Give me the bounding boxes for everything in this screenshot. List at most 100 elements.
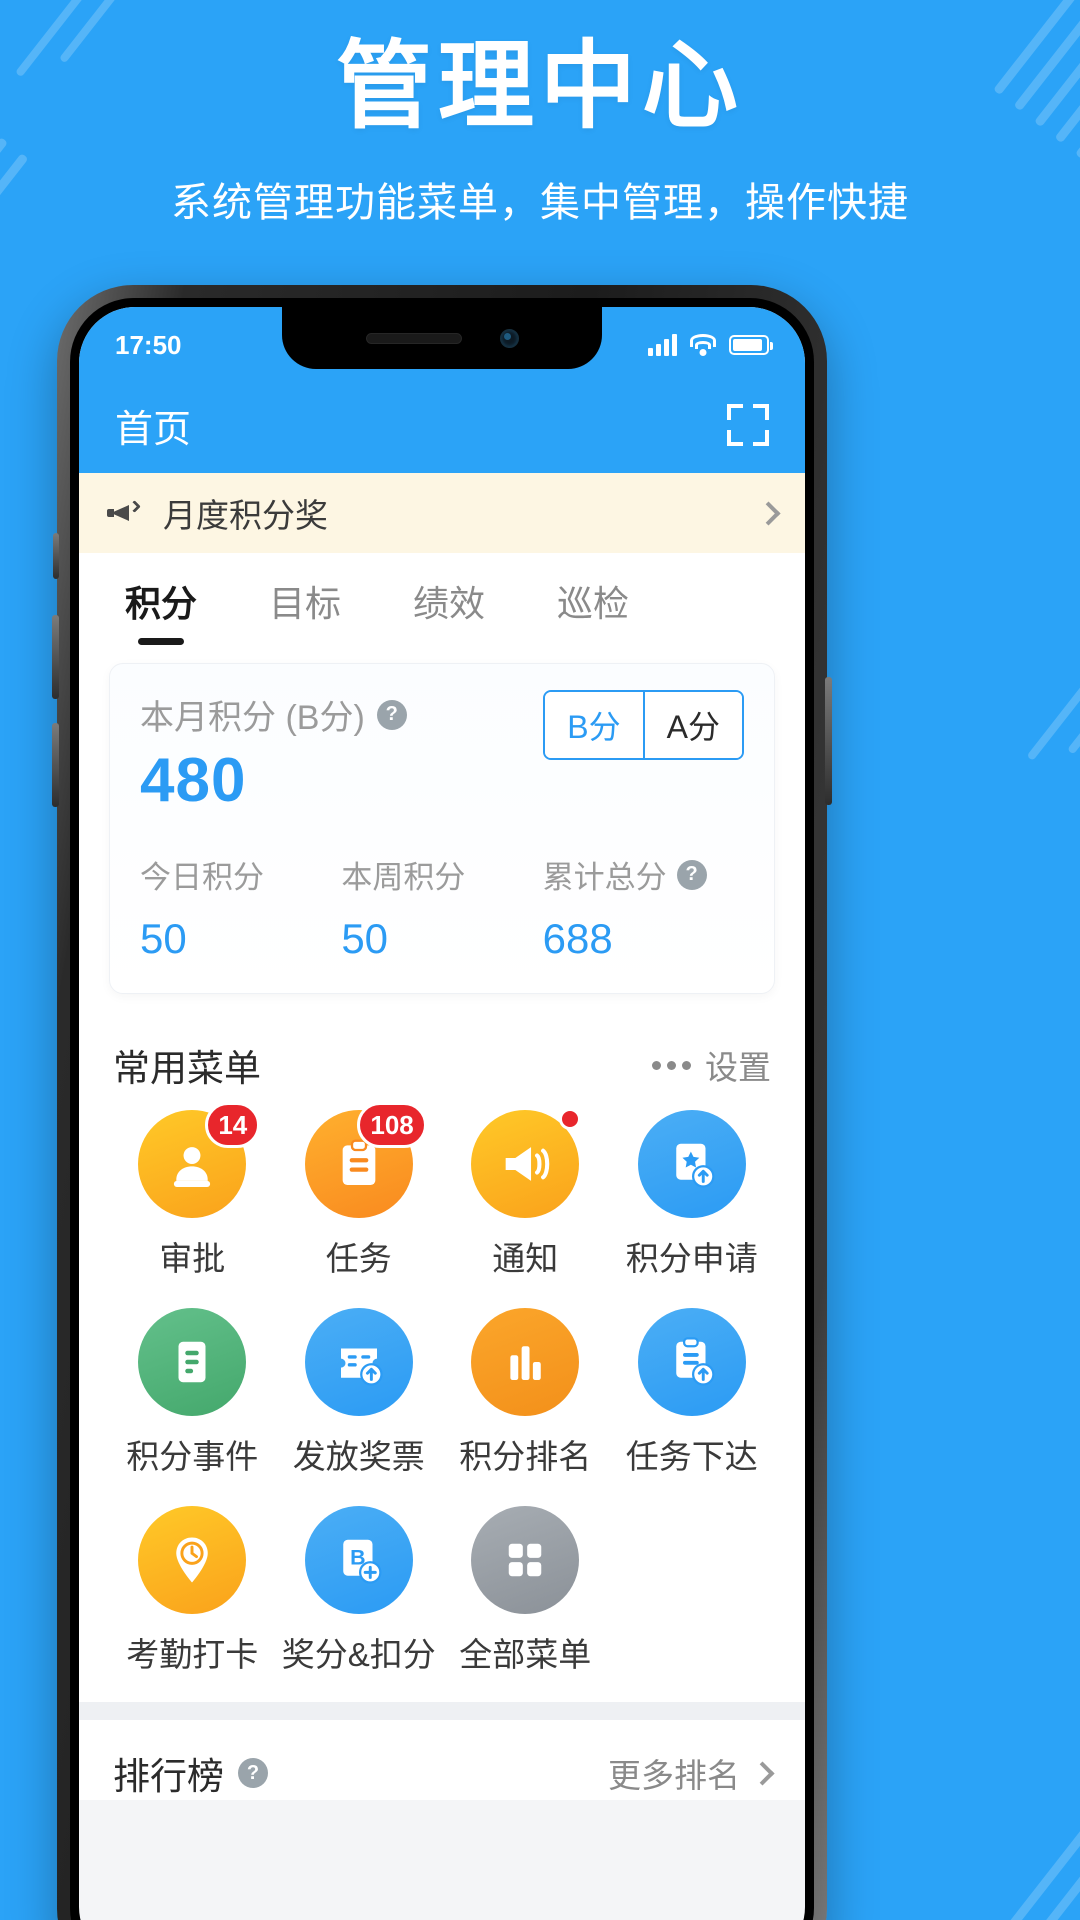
app-header-title: 首页 [115, 408, 192, 451]
phone-screen: 17:50 首页 月度积分奖 积分 目标 绩效 巡检 本月积分 (B分) ? 4… [79, 307, 805, 1920]
menu-item-icon-wrapper [138, 1308, 247, 1416]
signal-bars-icon [648, 334, 677, 356]
notice-bar[interactable]: 月度积分奖 [79, 473, 805, 553]
menu-item-1[interactable]: 108 任务 [276, 1102, 443, 1280]
menu-item-icon-wrapper [471, 1308, 580, 1416]
menu-item-label: 任务 [325, 1240, 392, 1277]
b-score-plus-icon: B [304, 1506, 413, 1614]
grid-squares-icon [471, 1506, 580, 1614]
stat-total: 累计总分 ? 688 [543, 852, 744, 963]
stat-today-value: 50 [140, 915, 187, 962]
stat-total-label-row: 累计总分 ? [543, 852, 744, 897]
status-time: 17:50 [115, 329, 182, 360]
menu-settings-button[interactable]: 设置 [652, 1041, 771, 1089]
menu-item-4[interactable]: 积分事件 [109, 1308, 276, 1478]
stat-week: 本周积分 50 [341, 852, 542, 963]
menu-item-10[interactable]: 全部菜单 [442, 1506, 609, 1676]
ticket-upload-icon [304, 1308, 413, 1416]
common-menu-section: 常用菜单 设置 14 审批 108 任务 通知 积分申请积分事件 发放奖票 积分排名 任务下达考… [79, 1020, 805, 1702]
score-card-value: 480 [140, 746, 247, 815]
stat-today: 今日积分 50 [140, 852, 341, 963]
score-card-main: 本月积分 (B分) ? 480 [140, 690, 407, 816]
menu-item-icon-wrapper: B [304, 1506, 413, 1614]
tab-xunjian[interactable]: 巡检 [551, 567, 635, 649]
score-card-label-row: 本月积分 (B分) ? [140, 690, 407, 739]
section-divider [79, 1702, 805, 1720]
notification-badge: 14 [205, 1102, 261, 1148]
segment-b[interactable]: B分 [545, 692, 643, 758]
page-subtitle: 系统管理功能菜单，集中管理，操作快捷 [171, 181, 909, 226]
common-menu-title: 常用菜单 [113, 1048, 261, 1089]
menu-item-9[interactable]: B 奖分&扣分 [276, 1506, 443, 1676]
more-rank-label: 更多排名 [608, 1757, 740, 1794]
notification-dot [559, 1108, 582, 1130]
score-card-top: 本月积分 (B分) ? 480 B分 A分 [140, 690, 744, 816]
menu-item-label: 通知 [492, 1240, 559, 1277]
menu-item-icon-wrapper [471, 1108, 582, 1218]
menu-item-icon-wrapper [138, 1506, 247, 1614]
phone-notch [282, 307, 602, 369]
more-rank-button[interactable]: 更多排名 [608, 1749, 775, 1797]
volume-up-button[interactable] [52, 615, 59, 699]
phone-mockup: 17:50 首页 月度积分奖 积分 目标 绩效 巡检 本月积分 (B分) ? 4… [52, 285, 832, 1920]
segment-a[interactable]: A分 [642, 692, 742, 758]
question-mark-icon[interactable]: ? [376, 699, 407, 730]
menu-item-label: 全部菜单 [459, 1636, 592, 1673]
front-camera-icon [499, 328, 519, 348]
bar-chart-icon [471, 1308, 580, 1416]
silent-switch[interactable] [53, 533, 59, 579]
promo-header: 管理中心 系统管理功能菜单，集中管理，操作快捷 [0, 0, 1080, 228]
stat-today-label: 今日积分 [140, 860, 264, 895]
menu-item-icon-wrapper: 108 [304, 1102, 427, 1218]
stat-total-value: 688 [542, 915, 613, 962]
status-indicators [648, 328, 773, 356]
menu-item-2[interactable]: 通知 [442, 1108, 609, 1280]
menu-item-label: 考勤打卡 [126, 1636, 259, 1673]
tab-mubiao[interactable]: 目标 [263, 567, 347, 649]
question-mark-icon[interactable]: ? [238, 1758, 268, 1788]
tab-jifen[interactable]: 积分 [119, 567, 203, 649]
earpiece-speaker [365, 332, 462, 344]
menu-item-label: 审批 [159, 1240, 226, 1277]
scan-qr-icon[interactable] [727, 404, 769, 446]
menu-item-label: 任务下达 [625, 1438, 758, 1475]
rank-title: 排行榜 [113, 1756, 224, 1797]
common-menu-header: 常用菜单 设置 [109, 1024, 775, 1110]
chevron-right-icon [756, 500, 781, 526]
menu-item-label: 奖分&扣分 [281, 1636, 436, 1673]
menu-item-7[interactable]: 任务下达 [609, 1308, 776, 1478]
tab-jixiao[interactable]: 绩效 [407, 567, 491, 649]
volume-down-button[interactable] [52, 723, 59, 807]
menu-item-label: 积分排名 [459, 1438, 592, 1475]
score-stats-row: 今日积分 50 本周积分 50 累计总分 ? 688 [140, 852, 744, 963]
megaphone-icon [107, 498, 141, 528]
battery-icon [729, 335, 773, 355]
score-type-toggle[interactable]: B分 A分 [543, 690, 744, 760]
menu-item-icon-wrapper: 14 [138, 1102, 261, 1218]
stat-week-label-row: 本周积分 [341, 852, 542, 897]
stat-today-label-row: 今日积分 [140, 852, 341, 897]
app-header: 首页 [79, 377, 805, 473]
menu-item-6[interactable]: 积分排名 [442, 1308, 609, 1478]
rank-section-header: 排行榜 ? 更多排名 [79, 1720, 805, 1800]
menu-item-5[interactable]: 发放奖票 [276, 1308, 443, 1478]
menu-item-label: 积分事件 [126, 1438, 259, 1475]
stat-week-label: 本周积分 [341, 860, 466, 895]
tab-bar: 积分 目标 绩效 巡检 [79, 553, 805, 663]
clipboard-send-icon [637, 1308, 746, 1416]
chevron-right-icon [750, 1760, 775, 1786]
question-mark-icon[interactable]: ? [676, 859, 707, 890]
menu-item-icon-wrapper [304, 1308, 413, 1416]
stat-total-label: 累计总分 [542, 860, 667, 895]
score-card: 本月积分 (B分) ? 480 B分 A分 今日积分 50 本周积分 50 累计… [109, 663, 775, 994]
document-lines-icon [138, 1308, 247, 1416]
menu-item-8[interactable]: 考勤打卡 [109, 1506, 276, 1676]
power-button[interactable] [825, 677, 832, 805]
clock-pin-icon [138, 1506, 247, 1614]
menu-item-0[interactable]: 14 审批 [109, 1102, 276, 1280]
menu-item-3[interactable]: 积分申请 [609, 1110, 776, 1280]
menu-item-icon-wrapper [637, 1308, 746, 1416]
more-dots-icon [652, 1060, 691, 1070]
notification-badge: 108 [357, 1102, 427, 1148]
menu-settings-label: 设置 [705, 1049, 771, 1086]
